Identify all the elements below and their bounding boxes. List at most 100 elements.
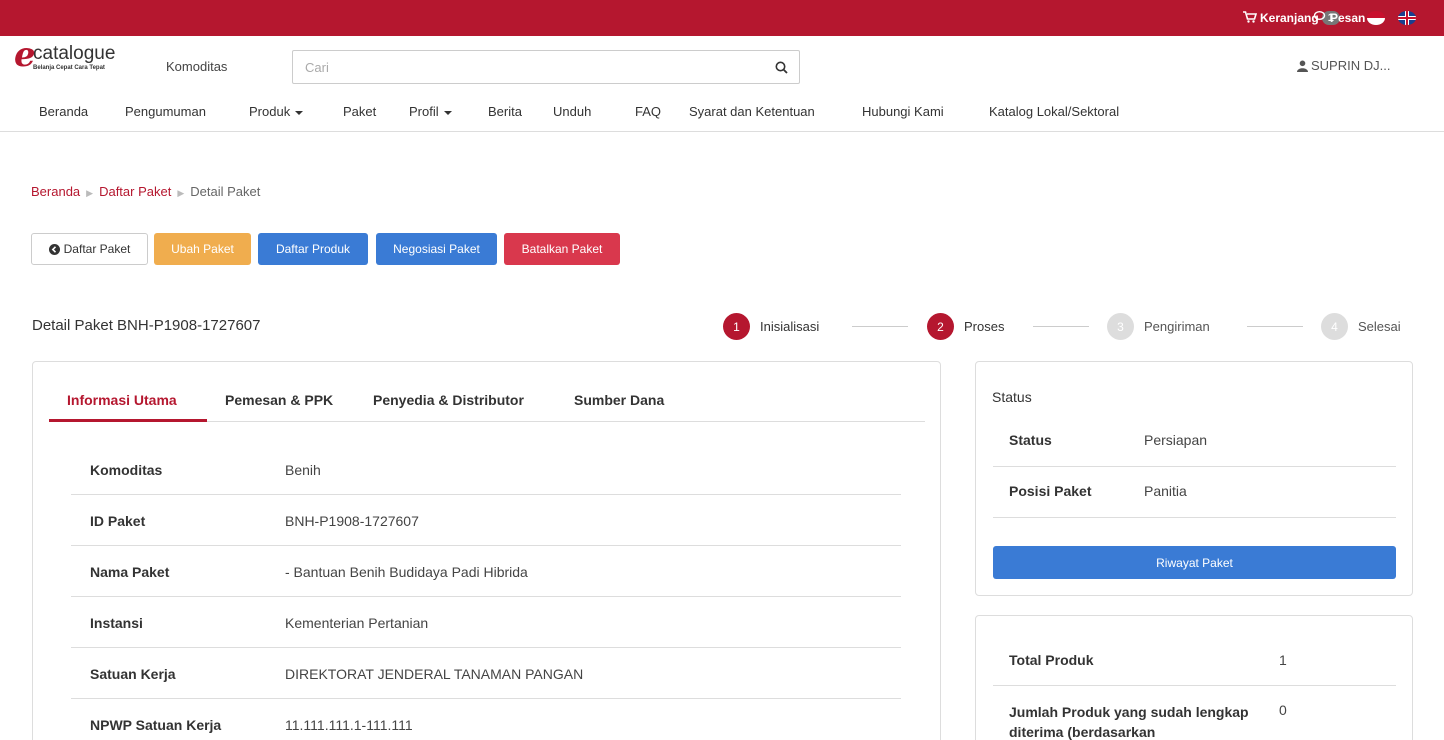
- nav-faq[interactable]: FAQ: [635, 104, 661, 119]
- detail-label: Instansi: [90, 615, 143, 631]
- user-menu[interactable]: SUPRIN DJ...: [1297, 58, 1390, 73]
- detail-row: Komoditas Benih: [71, 444, 901, 495]
- step-label: Pengiriman: [1144, 319, 1210, 334]
- chat-icon: [1313, 11, 1327, 25]
- nav-produk[interactable]: Produk: [249, 104, 304, 119]
- breadcrumb-separator-icon: ▶: [86, 188, 94, 198]
- step-label: Selesai: [1358, 319, 1401, 334]
- totals-row: Total Produk 1: [993, 637, 1396, 686]
- step-connector: [852, 326, 908, 327]
- step-number: 1: [723, 313, 750, 340]
- nav-pengumuman[interactable]: Pengumuman: [125, 104, 206, 119]
- total-products-value: 1: [1279, 652, 1287, 668]
- detail-row: ID Paket BNH-P1908-1727607: [71, 495, 901, 546]
- chevron-down-icon: [295, 110, 304, 115]
- detail-label: Nama Paket: [90, 564, 170, 580]
- detail-value: Benih: [285, 462, 321, 478]
- indonesian-flag-icon[interactable]: [1367, 11, 1385, 25]
- step-complete: 4 Selesai: [1321, 313, 1401, 340]
- komoditas-menu[interactable]: Komoditas: [166, 59, 227, 74]
- step-label: Proses: [964, 319, 1005, 334]
- breadcrumb: Beranda ▶ Daftar Paket ▶ Detail Paket: [31, 184, 260, 199]
- step-label: Inisialisasi: [760, 319, 820, 334]
- detail-value: - Bantuan Benih Budidaya Padi Hibrida: [285, 564, 528, 580]
- nav-berita[interactable]: Berita: [488, 104, 522, 119]
- totals-panel: Total Produk 1 Jumlah Produk yang sudah …: [975, 615, 1413, 740]
- breadcrumb-home[interactable]: Beranda: [31, 184, 80, 199]
- received-products-value: 0: [1279, 702, 1287, 718]
- breadcrumb-current: Detail Paket: [190, 184, 261, 199]
- breadcrumb-list[interactable]: Daftar Paket: [99, 184, 171, 199]
- package-history-button[interactable]: Riwayat Paket: [993, 546, 1396, 579]
- tab-main-info[interactable]: Informasi Utama: [67, 392, 177, 408]
- logo-word: catalogue: [33, 43, 116, 64]
- nav-profil[interactable]: Profil: [409, 104, 452, 119]
- step-connector: [1247, 326, 1303, 327]
- search-box: [292, 50, 800, 84]
- breadcrumb-separator-icon: ▶: [177, 188, 185, 198]
- received-products-label: Jumlah Produk yang sudah lengkap diterim…: [1009, 704, 1249, 740]
- totals-row: Jumlah Produk yang sudah lengkap diterim…: [993, 686, 1396, 740]
- back-to-list-label: Daftar Paket: [63, 242, 131, 256]
- ecatalogue-logo[interactable]: e catalogue Belanja Cepat Cara Tepat: [14, 38, 144, 80]
- tab-provider-distributor[interactable]: Penyedia & Distributor: [373, 392, 524, 408]
- search-button[interactable]: [763, 51, 799, 83]
- step-number: 4: [1321, 313, 1348, 340]
- nav-hubungi[interactable]: Hubungi Kami: [862, 104, 944, 119]
- detail-row: Instansi Kementerian Pertanian: [71, 597, 901, 648]
- status-row: Posisi Paket Panitia: [993, 467, 1396, 518]
- status-value: Panitia: [1144, 483, 1187, 499]
- step-shipping: 3 Pengiriman: [1107, 313, 1210, 340]
- back-to-list-button[interactable]: Daftar Paket: [31, 233, 148, 265]
- status-value: Persiapan: [1144, 432, 1208, 448]
- nav-profil-label: Profil: [409, 104, 439, 119]
- cart-icon: [1243, 10, 1258, 26]
- package-info-panel: Informasi Utama Pemesan & PPK Penyedia &…: [32, 361, 941, 740]
- nav-syarat[interactable]: Syarat dan Ketentuan: [689, 104, 815, 119]
- nav-unduh[interactable]: Unduh: [553, 104, 591, 119]
- messages-link[interactable]: Pesan: [1313, 0, 1366, 36]
- nav-produk-label: Produk: [249, 104, 291, 119]
- step-connector: [1033, 326, 1089, 327]
- arrow-left-circle-icon: [48, 243, 60, 255]
- step-initialization: 1 Inisialisasi: [723, 313, 819, 340]
- status-row: Status Persiapan: [993, 416, 1396, 467]
- main-nav: Beranda Pengumuman Produk Paket Profil B…: [0, 96, 1444, 132]
- total-products-label: Total Produk: [1009, 652, 1094, 668]
- nav-beranda[interactable]: Beranda: [39, 104, 88, 119]
- product-list-button[interactable]: Daftar Produk: [258, 233, 368, 265]
- info-tabs: Informasi Utama Pemesan & PPK Penyedia &…: [49, 384, 925, 422]
- detail-label: NPWP Satuan Kerja: [90, 717, 222, 733]
- edit-package-button[interactable]: Ubah Paket: [154, 233, 251, 265]
- detail-value: DIREKTORAT JENDERAL TANAMAN PANGAN: [285, 666, 584, 682]
- logo-tagline: Belanja Cepat Cara Tepat: [33, 65, 105, 71]
- status-panel: Status Status Persiapan Posisi Paket Pan…: [975, 361, 1413, 596]
- step-number: 3: [1107, 313, 1134, 340]
- status-label: Status: [1009, 432, 1052, 448]
- messages-label: Pesan: [1330, 11, 1366, 25]
- detail-label: Komoditas: [90, 462, 163, 478]
- tab-funding-source[interactable]: Sumber Dana: [574, 392, 664, 408]
- detail-value: BNH-P1908-1727607: [285, 513, 419, 529]
- detail-row: Satuan Kerja DIREKTORAT JENDERAL TANAMAN…: [71, 648, 901, 699]
- detail-row: NPWP Satuan Kerja 11.111.111.1-111.111: [71, 699, 901, 740]
- chevron-down-icon: [443, 110, 452, 115]
- step-number: 2: [927, 313, 954, 340]
- search-input[interactable]: [293, 51, 763, 83]
- tab-buyer-ppk[interactable]: Pemesan & PPK: [225, 392, 333, 408]
- cart-label: Keranjang: [1260, 11, 1319, 25]
- page-title: Detail Paket BNH-P1908-1727607: [32, 317, 261, 334]
- step-process: 2 Proses: [927, 313, 1004, 340]
- status-heading: Status: [992, 389, 1032, 405]
- negotiate-package-button[interactable]: Negosiasi Paket: [376, 233, 497, 265]
- active-tab-indicator: [49, 419, 207, 422]
- detail-value: Kementerian Pertanian: [285, 615, 429, 631]
- nav-katalog-lokal[interactable]: Katalog Lokal/Sektoral: [989, 104, 1119, 119]
- top-bar: Keranjang 1 Pesan: [0, 0, 1444, 36]
- detail-label: Satuan Kerja: [90, 666, 176, 682]
- status-label: Posisi Paket: [1009, 483, 1092, 499]
- cancel-package-button[interactable]: Batalkan Paket: [504, 233, 620, 265]
- search-icon: [775, 61, 788, 74]
- english-flag-icon[interactable]: [1398, 11, 1416, 25]
- nav-paket[interactable]: Paket: [343, 104, 376, 119]
